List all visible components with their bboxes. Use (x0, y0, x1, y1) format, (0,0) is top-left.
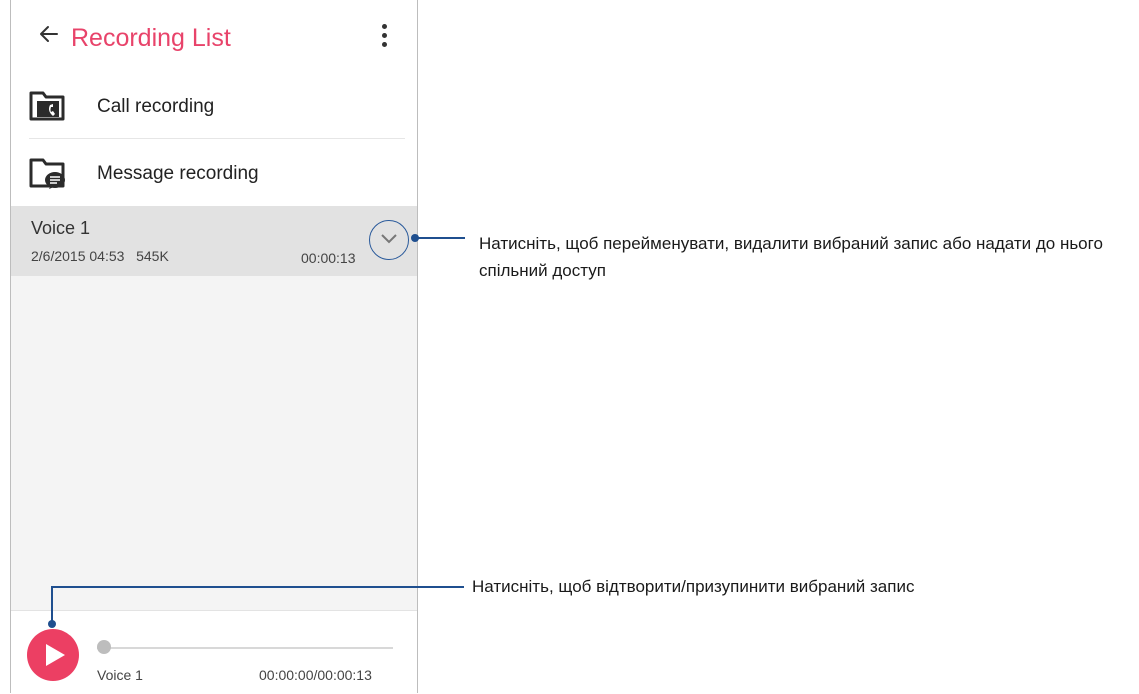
callout-line (51, 586, 464, 588)
folder-call-recording[interactable]: Call recording (11, 72, 417, 140)
player-recording-name: Voice 1 (97, 667, 143, 683)
folder-label: Message recording (97, 163, 259, 184)
play-icon (46, 644, 65, 666)
callout-line (415, 237, 465, 239)
recording-duration: 00:00:13 (301, 250, 356, 266)
phone-screen: Recording List Call recording Message re… (10, 0, 418, 694)
recording-size: 545K (136, 248, 169, 264)
progress-track[interactable] (97, 647, 393, 649)
callout-expand-text: Натисніть, щоб перейменувати, видалити в… (479, 234, 1103, 280)
page-title: Recording List (71, 24, 231, 52)
chevron-down-icon (381, 234, 397, 244)
message-recording-folder-icon (29, 158, 65, 189)
recording-name: Voice 1 (31, 218, 91, 238)
expand-options-button[interactable] (369, 220, 409, 260)
call-recording-folder-icon (29, 91, 65, 121)
more-options-icon[interactable] (379, 24, 389, 54)
play-pause-button[interactable] (27, 629, 79, 681)
callout-play-text: Натисніть, щоб відтворити/призупинити ви… (472, 577, 915, 596)
app-bar: Recording List (11, 0, 417, 72)
player-bar: Voice 1 00:00:00/00:00:13 (11, 610, 417, 694)
recording-list-item[interactable]: Voice 1 2/6/2015 04:53 545K 00:00:13 (11, 206, 417, 276)
callout-line (51, 586, 53, 622)
folder-message-recording[interactable]: Message recording (11, 139, 417, 207)
player-time: 00:00:00/00:00:13 (259, 667, 372, 683)
recording-meta: 2/6/2015 04:53 545K (31, 248, 169, 264)
recording-date: 2/6/2015 04:53 (31, 248, 125, 264)
back-arrow-icon[interactable] (37, 22, 61, 46)
progress-thumb[interactable] (97, 640, 111, 654)
folder-label: Call recording (97, 96, 215, 117)
